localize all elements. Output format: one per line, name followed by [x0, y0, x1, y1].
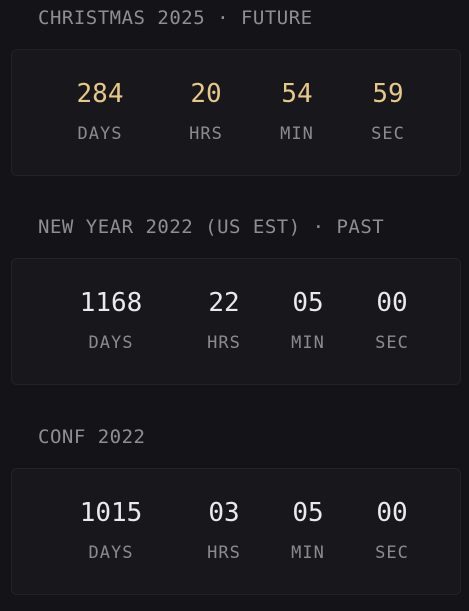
minutes-value: 05 — [292, 288, 324, 318]
days-label: DAYS — [77, 124, 123, 144]
seconds-value: 00 — [376, 498, 408, 528]
minutes-label: MIN — [291, 333, 325, 353]
hours-value: 22 — [208, 288, 240, 318]
days-value: 284 — [76, 79, 124, 109]
seconds-label: SEC — [375, 333, 409, 353]
seconds-label: SEC — [375, 543, 409, 563]
countdown-card-conf: 1015 DAYS 03 HRS 05 MIN 00 SEC — [11, 468, 461, 595]
seconds-value: 00 — [376, 288, 408, 318]
hours-value: 20 — [190, 79, 222, 109]
days-label: DAYS — [88, 333, 134, 353]
days-label: DAYS — [88, 543, 134, 563]
hours-value: 03 — [208, 498, 240, 528]
hours-label: HRS — [207, 333, 241, 353]
days-value: 1015 — [79, 498, 143, 528]
minutes-value: 05 — [292, 498, 324, 528]
countdown-title-new-year: NEW YEAR 2022 (US EST) · PAST — [38, 216, 385, 238]
minutes-value: 54 — [281, 79, 313, 109]
countdown-card-new-year: 1168 DAYS 22 HRS 05 MIN 00 SEC — [11, 258, 461, 385]
countdown-card-christmas: 284 DAYS 20 HRS 54 MIN 59 SEC — [11, 49, 461, 176]
countdown-title-christmas: CHRISTMAS 2025 · FUTURE — [38, 7, 313, 29]
seconds-value: 59 — [372, 79, 404, 109]
hours-label: HRS — [189, 124, 223, 144]
seconds-label: SEC — [371, 124, 405, 144]
hours-label: HRS — [207, 543, 241, 563]
minutes-label: MIN — [280, 124, 314, 144]
countdown-title-conf: CONF 2022 — [38, 426, 146, 448]
days-value: 1168 — [79, 288, 143, 318]
minutes-label: MIN — [291, 543, 325, 563]
